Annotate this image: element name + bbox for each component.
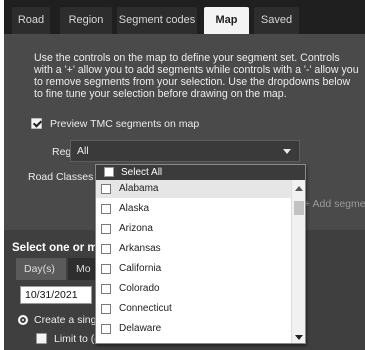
- option-label: Arkansas: [119, 243, 161, 254]
- options-list: Alabama Alaska Arizona Arkansas Californ…: [96, 180, 293, 343]
- scroll-down-icon[interactable]: [295, 335, 303, 340]
- tab-map[interactable]: Map: [204, 7, 249, 34]
- regions-value: All: [77, 145, 89, 157]
- road-classes-label: Road Classes: [28, 171, 94, 183]
- regions-select[interactable]: All: [70, 140, 300, 162]
- option-label: Delaware: [119, 323, 162, 334]
- tab-region[interactable]: Region: [60, 7, 112, 34]
- option-checkbox[interactable]: [101, 264, 111, 274]
- option-label: Colorado: [119, 283, 160, 294]
- option-label: California: [119, 263, 162, 274]
- option-label: Arizona: [119, 223, 153, 234]
- option-item[interactable]: Alaska: [96, 200, 293, 218]
- option-item[interactable]: Connecticut: [96, 300, 293, 318]
- app-frame: Road Region Segment codes Map Saved Use …: [4, 0, 365, 350]
- regions-dropdown-list: Select All Alabama Alaska Arizona Arkans…: [95, 164, 306, 344]
- section-title: Select one or m: [12, 242, 98, 254]
- tab-days[interactable]: Day(s): [16, 258, 66, 280]
- option-item[interactable]: California: [96, 260, 293, 278]
- tab-segment-codes[interactable]: Segment codes: [117, 7, 197, 34]
- limit-checkbox[interactable]: [36, 333, 47, 344]
- date-input[interactable]: 10/31/2021: [20, 286, 92, 304]
- preview-label: Preview TMC segments on map: [50, 118, 200, 130]
- option-item[interactable]: Colorado: [96, 280, 293, 298]
- option-checkbox[interactable]: [101, 184, 111, 194]
- select-all-label: Select All: [121, 167, 163, 178]
- limit-label: Limit to (d: [54, 333, 101, 345]
- tab-bar: Road Region Segment codes Map Saved: [4, 0, 365, 34]
- option-label: Connecticut: [119, 303, 172, 314]
- scroll-up-icon[interactable]: [295, 186, 303, 191]
- option-checkbox[interactable]: [101, 324, 111, 334]
- option-item[interactable]: Arizona: [96, 220, 293, 238]
- option-checkbox[interactable]: [101, 224, 111, 234]
- option-checkbox[interactable]: [101, 304, 111, 314]
- tab-months[interactable]: Mo: [68, 258, 96, 280]
- scrollbar-thumb[interactable]: [294, 201, 304, 215]
- option-label: Alabama: [119, 183, 159, 194]
- single-range-label: Create a sing: [34, 314, 97, 326]
- option-item[interactable]: Delaware: [96, 320, 293, 338]
- option-checkbox[interactable]: [101, 284, 111, 294]
- tab-road[interactable]: Road: [12, 7, 50, 34]
- chevron-down-icon: [283, 149, 291, 154]
- tab-saved[interactable]: Saved: [254, 7, 299, 34]
- option-item[interactable]: Arkansas: [96, 240, 293, 258]
- select-all-row[interactable]: Select All: [96, 165, 305, 180]
- option-item[interactable]: Alabama: [96, 180, 293, 198]
- option-checkbox[interactable]: [101, 204, 111, 214]
- select-all-checkbox[interactable]: [104, 167, 114, 177]
- option-label: Alaska: [119, 203, 150, 214]
- option-checkbox[interactable]: [101, 244, 111, 254]
- dropdown-scrollbar[interactable]: [291, 180, 305, 343]
- preview-checkbox[interactable]: [31, 118, 42, 129]
- add-segments-button[interactable]: + Add segments: [304, 193, 365, 215]
- instructions-text: Use the controls on the map to define yo…: [34, 52, 359, 100]
- single-range-radio[interactable]: [18, 315, 28, 325]
